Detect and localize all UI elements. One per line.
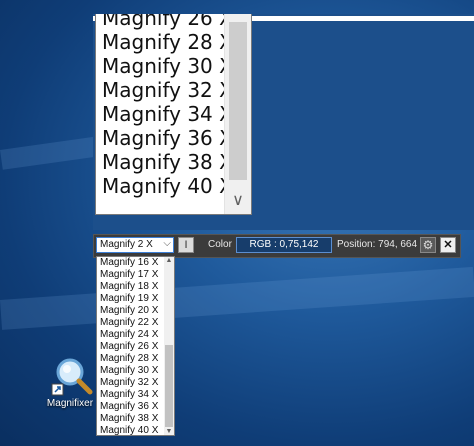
magnified-list-item: Magnify 32 X xyxy=(102,78,233,102)
magnifier-view: Magnify 26 X Magnify 28 X Magnify 30 X M… xyxy=(93,14,474,230)
gear-icon: ⚙ xyxy=(422,238,434,252)
chevron-down-icon: ⌵ xyxy=(163,238,171,249)
dropdown-option[interactable]: Magnify 36 X xyxy=(100,401,158,413)
zoom-level-select[interactable]: Magnify 2 X ⌵ xyxy=(96,237,174,253)
magnified-list-item: Magnify 28 X xyxy=(102,30,233,54)
text-cursor-button[interactable]: I xyxy=(178,237,194,253)
wallpaper-streak xyxy=(0,266,474,330)
magnified-list-item: Magnify 40 X xyxy=(102,174,233,198)
zoom-level-dropdown: Magnify 16 X Magnify 17 X Magnify 18 X M… xyxy=(96,256,175,436)
dropdown-option[interactable]: Magnify 30 X xyxy=(100,365,158,377)
desktop-icon-label: Magnifixer xyxy=(46,398,94,409)
position-readout: Position: 794, 664 xyxy=(337,239,418,250)
color-label: Color xyxy=(208,239,232,250)
dropdown-option[interactable]: Magnify 28 X xyxy=(100,353,158,365)
magnifier-icon xyxy=(51,358,93,396)
text-cursor-icon: I xyxy=(184,239,188,251)
magnified-list-item: Magnify 30 X xyxy=(102,54,233,78)
dropdown-option[interactable]: Magnify 40 X xyxy=(100,425,158,435)
magnified-scroll-thumb xyxy=(229,22,247,180)
scroll-down-icon[interactable]: ▼ xyxy=(164,428,174,435)
dropdown-option[interactable]: Magnify 19 X xyxy=(100,293,158,305)
magnified-list-item: Magnify 26 X xyxy=(102,14,233,30)
rgb-value-box: RGB : 0,75,142 xyxy=(236,237,332,253)
dropdown-option[interactable]: Magnify 18 X xyxy=(100,281,158,293)
dropdown-option[interactable]: Magnify 26 X xyxy=(100,341,158,353)
magnified-list-item: Magnify 34 X xyxy=(102,102,233,126)
magnified-list-item: Magnify 36 X xyxy=(102,126,233,150)
zoom-level-value: Magnify 2 X xyxy=(100,239,153,250)
dropdown-option[interactable]: Magnify 22 X xyxy=(100,317,158,329)
dropdown-option[interactable]: Magnify 32 X xyxy=(100,377,158,389)
dropdown-scrollbar[interactable]: ▲ ▼ xyxy=(164,257,174,435)
dropdown-option[interactable]: Magnify 34 X xyxy=(100,389,158,401)
dropdown-option[interactable]: Magnify 16 X xyxy=(100,257,158,269)
dropdown-scroll-thumb[interactable] xyxy=(165,345,173,427)
chevron-down-icon: ∨ xyxy=(232,192,244,209)
dropdown-option[interactable]: Magnify 20 X xyxy=(100,305,158,317)
close-icon: ✕ xyxy=(443,239,453,251)
magnified-scrollbar: ∨ xyxy=(224,14,251,214)
dropdown-option[interactable]: Magnify 24 X xyxy=(100,329,158,341)
dropdown-option[interactable]: Magnify 38 X xyxy=(100,413,158,425)
scroll-up-icon[interactable]: ▲ xyxy=(164,257,174,264)
dropdown-option[interactable]: Magnify 17 X xyxy=(100,269,158,281)
magnified-list-item: Magnify 38 X xyxy=(102,150,233,174)
close-button[interactable]: ✕ xyxy=(440,237,456,253)
settings-button[interactable]: ⚙ xyxy=(420,237,436,253)
magnifier-toolbar: Magnify 2 X ⌵ I Color RGB : 0,75,142 Pos… xyxy=(93,234,461,258)
magnified-zoom-list: Magnify 26 X Magnify 28 X Magnify 30 X M… xyxy=(95,14,252,215)
